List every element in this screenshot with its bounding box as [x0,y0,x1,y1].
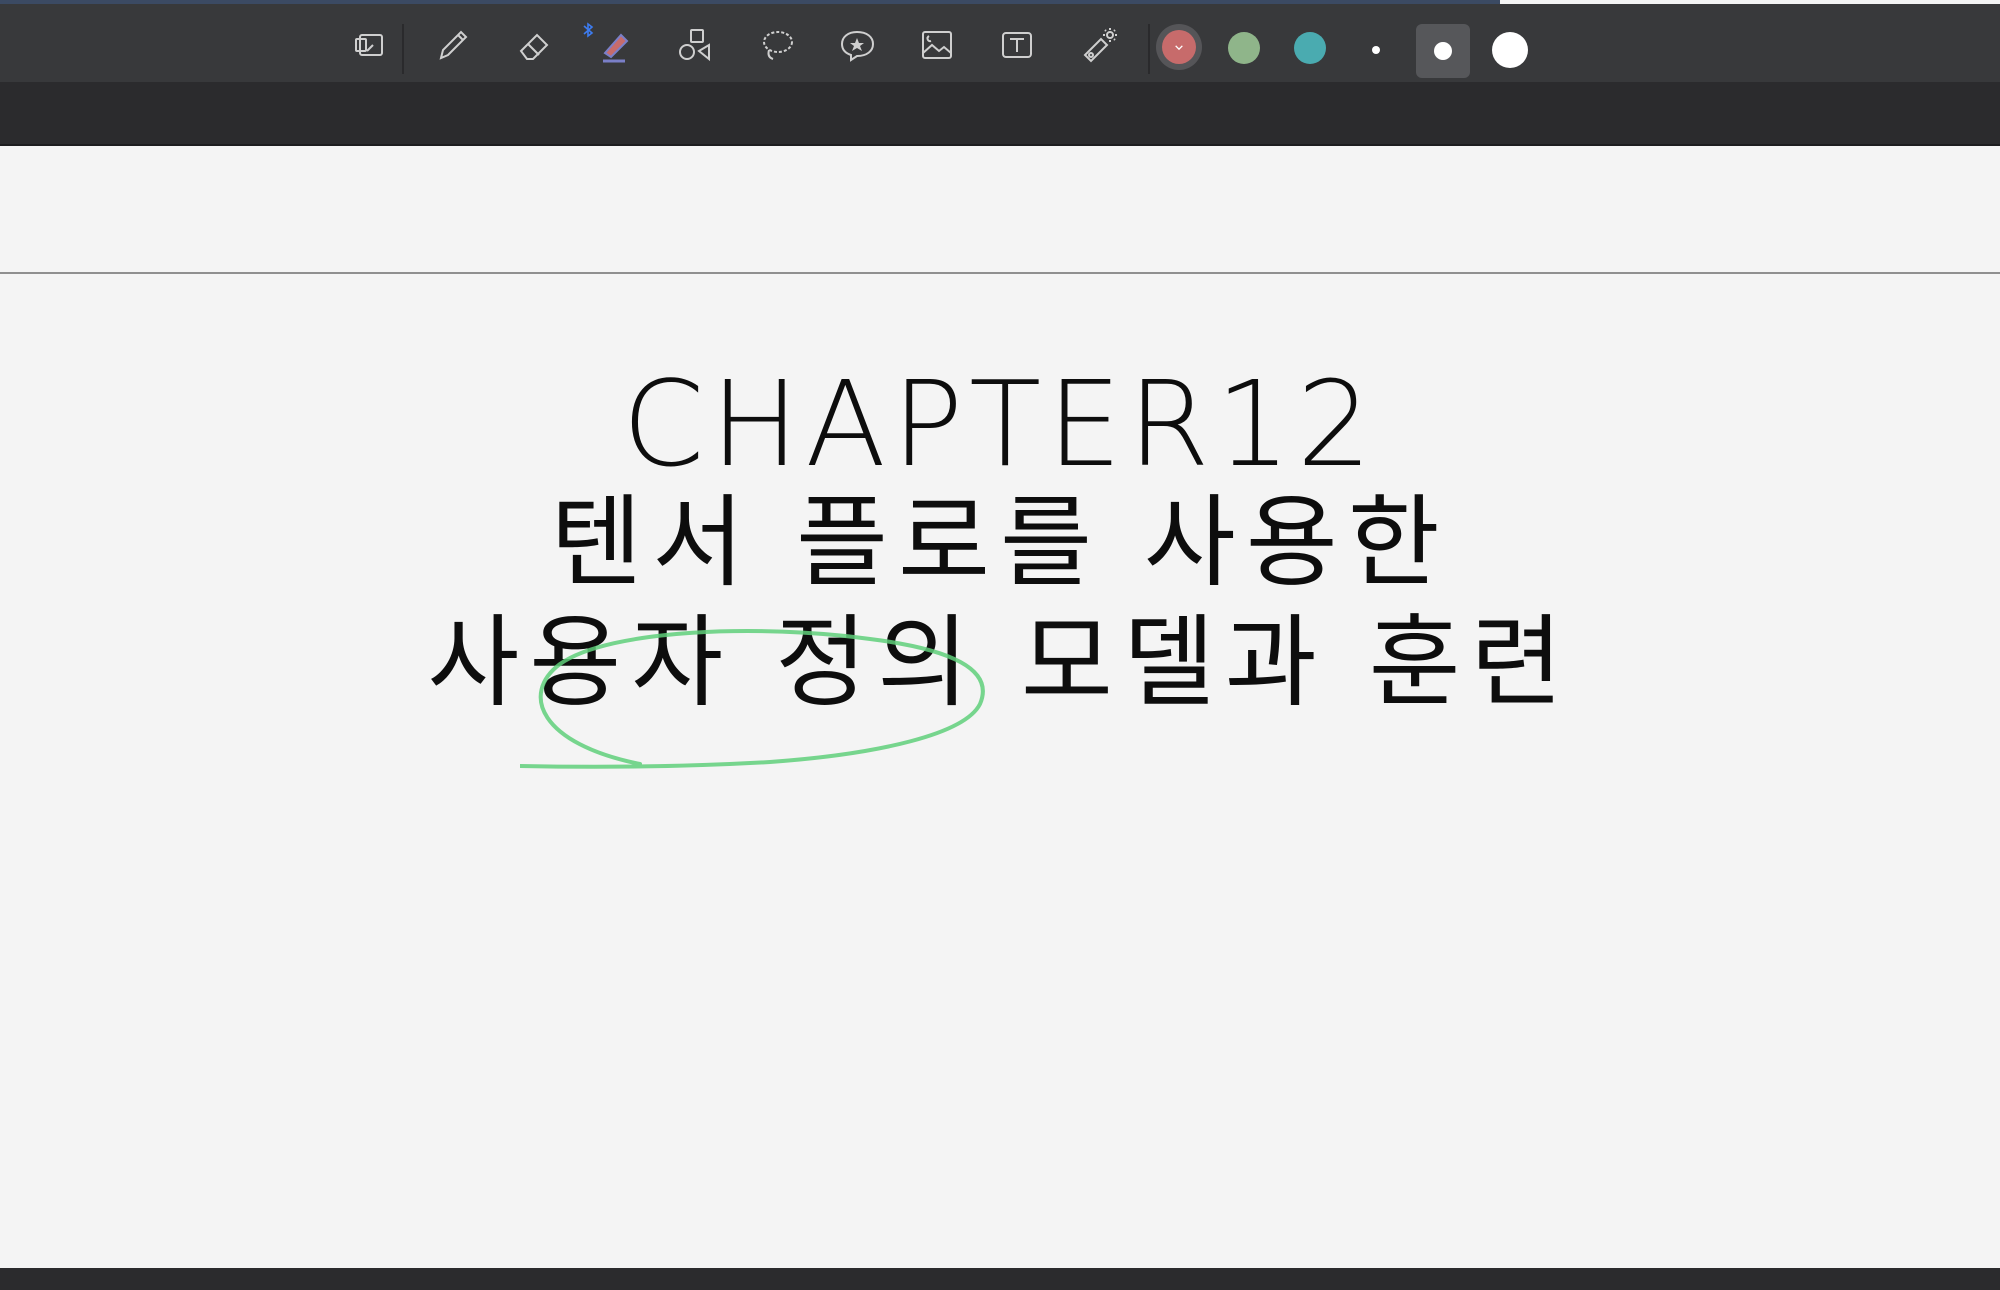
toolbar [0,4,2000,82]
toolbar-separator [1148,24,1150,74]
chapter-title-line-2: 사용자 정의 모델과 훈련 [427,604,1573,721]
page-view-icon[interactable] [348,22,394,68]
highlighter-icon[interactable] [592,22,638,68]
pen-icon[interactable] [430,22,476,68]
image-icon[interactable] [914,22,960,68]
color-swatch-green[interactable] [1228,32,1260,64]
chevron-down-icon [1175,44,1183,50]
stroke-size-medium[interactable] [1416,24,1470,78]
stroke-size-dot [1372,46,1380,54]
stroke-size-small[interactable] [1356,24,1396,76]
eraser-icon[interactable] [512,22,558,68]
color-swatch-teal[interactable] [1294,32,1326,64]
laser-pointer-icon[interactable] [1076,22,1122,68]
sticker-icon[interactable] [834,22,880,68]
note-app: CHAPTER12 텐서 플로를 사용한 사용자 정의 모델과 훈련 [0,0,2000,1290]
shapes-icon[interactable] [672,22,718,68]
stroke-size-dot [1434,42,1452,60]
color-swatch-red[interactable] [1162,30,1196,64]
document-tab-bar [0,82,2000,146]
stroke-size-large[interactable] [1484,24,1536,76]
bottom-bar [0,1268,2000,1290]
bluetooth-icon [582,22,594,38]
chapter-title-line-1: 텐서 플로를 사용한 [550,484,1450,601]
stroke-size-dot [1492,32,1528,68]
chapter-label: CHAPTER12 [622,355,1378,493]
toolbar-separator [402,24,404,74]
text-box-icon[interactable] [994,22,1040,68]
page-divider-line [0,272,2000,274]
lasso-icon[interactable] [754,22,800,68]
slide-title: CHAPTER12 텐서 플로를 사용한 사용자 정의 모델과 훈련 [0,365,2000,723]
